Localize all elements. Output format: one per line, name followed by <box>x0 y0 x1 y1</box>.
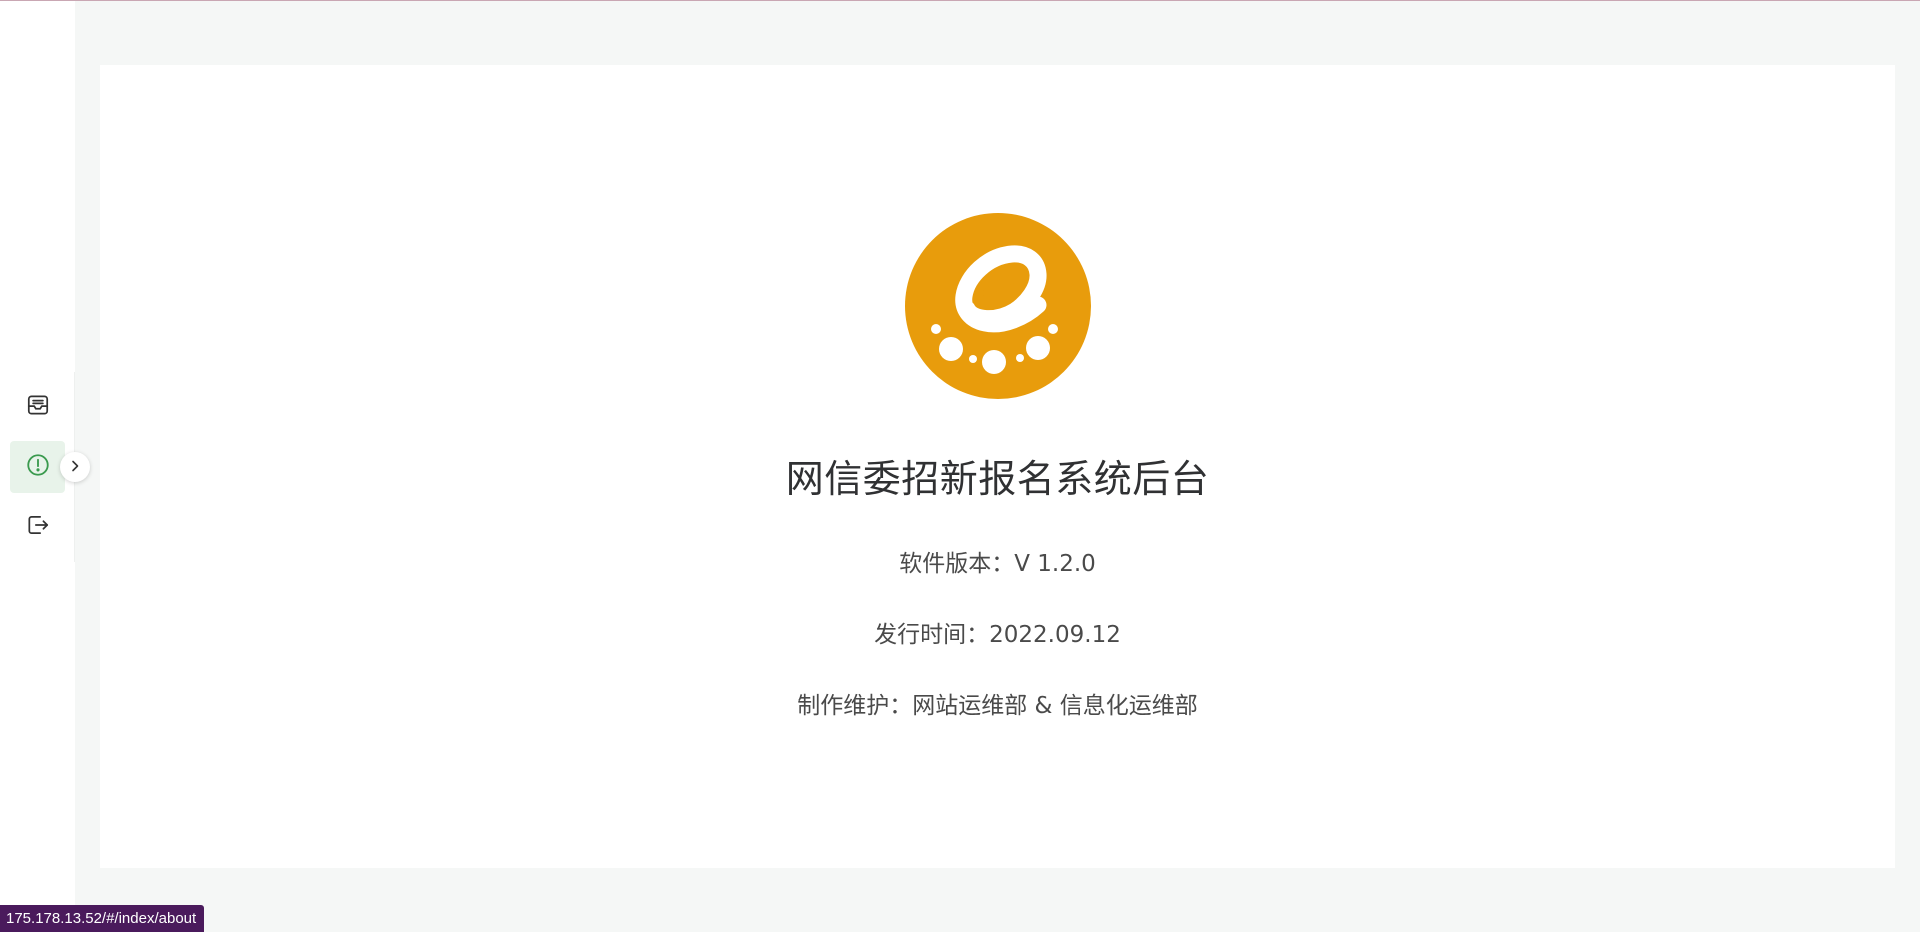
sidebar-item-logout[interactable] <box>10 501 65 553</box>
version-text: 软件版本：V 1.2.0 <box>899 551 1096 577</box>
chevron-right-icon <box>68 458 82 477</box>
app-logo <box>905 213 1091 399</box>
page-title: 网信委招新报名系统后台 <box>785 457 1210 501</box>
maintainer-text: 制作维护：网站运维部 & 信息化运维部 <box>797 693 1198 719</box>
top-border <box>0 0 1920 1</box>
inbox-icon <box>25 392 51 422</box>
sidebar-item-inbox[interactable] <box>10 381 65 433</box>
logout-icon <box>25 512 51 542</box>
sidebar-expand-button[interactable] <box>60 452 90 482</box>
status-bar-url: 175.178.13.52/#/index/about <box>0 905 205 932</box>
sidebar-item-about[interactable] <box>10 441 65 493</box>
info-icon <box>25 452 51 482</box>
release-date-text: 发行时间：2022.09.12 <box>874 622 1121 648</box>
